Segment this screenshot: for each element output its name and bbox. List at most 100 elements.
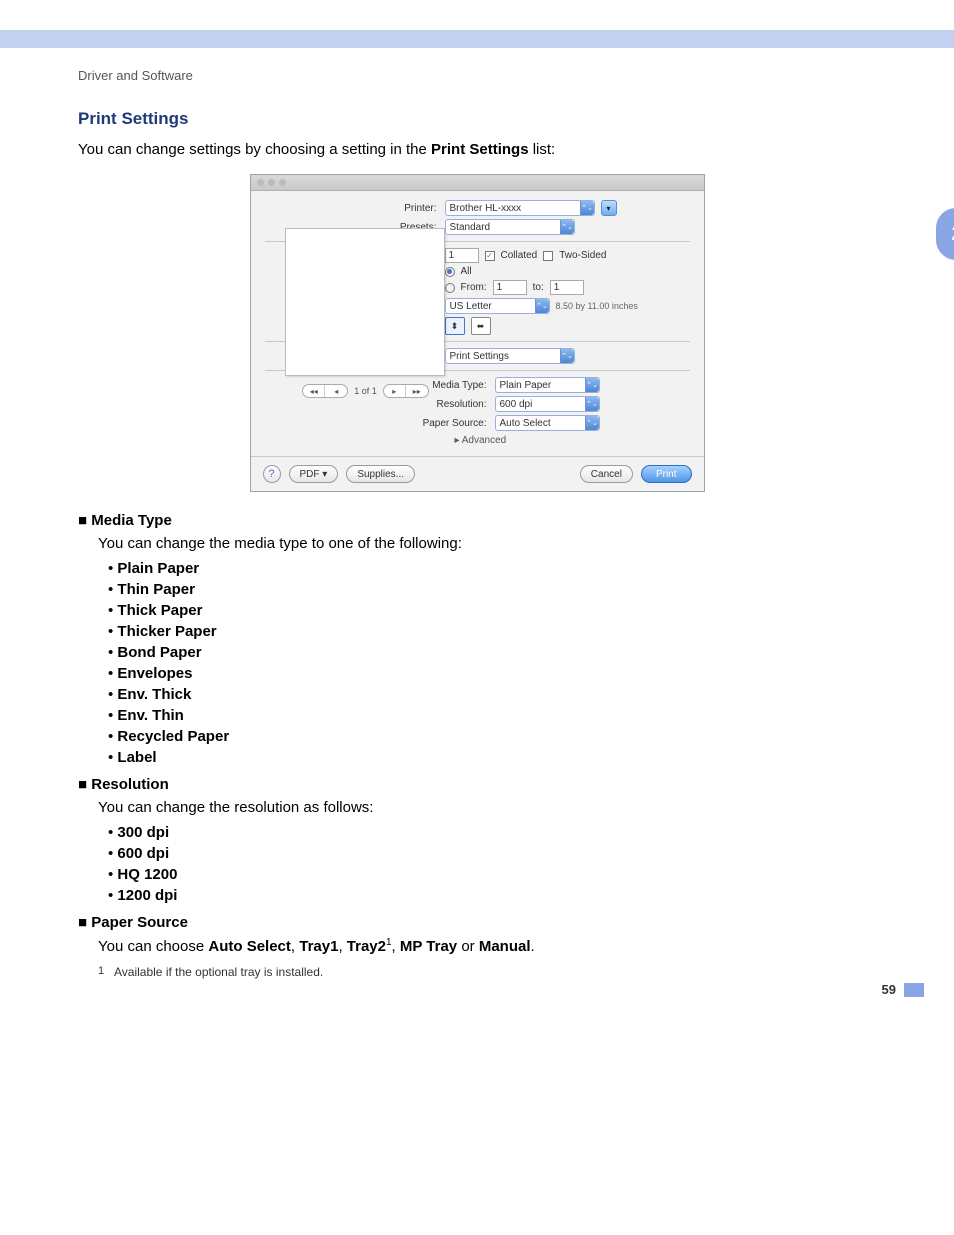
ps-t: , (392, 938, 400, 955)
last-page-icon[interactable]: ▸▸ (406, 385, 428, 397)
list-item: 300 dpi (117, 824, 169, 841)
page-number-bar (904, 983, 924, 997)
footnote-num: 1 (98, 965, 114, 977)
resolution-select[interactable]: 600 dpi ⌃⌄ (495, 396, 600, 412)
header-band (0, 0, 954, 48)
intro-before: You can change settings by choosing a se… (78, 141, 431, 158)
ps-t: . (531, 938, 535, 955)
advanced-disclosure[interactable]: ▸ Advanced (455, 435, 690, 446)
traffic-light-icon (279, 179, 286, 186)
list-item: Recycled Paper (117, 728, 229, 745)
resolution-list: 300 dpi 600 dpi HQ 1200 1200 dpi (108, 824, 876, 904)
presets-select[interactable]: Standard ⌃⌄ (445, 219, 575, 235)
lbl-paper-source: Paper Source: (265, 418, 495, 429)
advanced-label: Advanced (462, 435, 506, 446)
breadcrumb: Driver and Software (78, 68, 876, 83)
ps-t: , (291, 938, 299, 955)
chevron-updown-icon: ⌃⌄ (560, 220, 574, 234)
chevron-updown-icon: ⌃⌄ (560, 349, 574, 363)
paper-dims: 8.50 by 11.00 inches (556, 301, 638, 311)
resolution-desc: You can change the resolution as follows… (98, 799, 876, 816)
paper-source-select[interactable]: Auto Select⌃⌄ (495, 415, 600, 431)
paper-source-head: Paper Source (78, 914, 876, 931)
list-item: Envelopes (117, 665, 192, 682)
presets-value: Standard (450, 222, 491, 233)
chevron-updown-icon: ⌃⌄ (585, 397, 599, 411)
ps-t: , (338, 938, 346, 955)
paper-size-select[interactable]: US Letter⌃⌄ (445, 298, 550, 314)
printer-value: Brother HL-xxxx (450, 203, 522, 214)
ps-t: or (457, 938, 479, 955)
copies-field[interactable]: 1 (445, 248, 479, 263)
paper-size-value: US Letter (450, 301, 492, 312)
list-item: Label (117, 749, 156, 766)
list-item: 1200 dpi (117, 887, 177, 904)
lbl-printer: Printer: (265, 203, 445, 214)
print-button[interactable]: Print (641, 465, 692, 483)
list-item: Env. Thin (117, 707, 183, 724)
list-item: Env. Thick (117, 686, 191, 703)
pages-all-label: All (461, 266, 472, 277)
preview-page-of: 1 of 1 (354, 386, 377, 396)
preview-pane: ◂◂ ◂ 1 of 1 ▸ ▸▸ (285, 228, 447, 408)
ps-opt: Manual (479, 938, 531, 955)
ps-opt: Auto Select (208, 938, 291, 955)
preview-prev-group[interactable]: ◂◂ ◂ (302, 384, 348, 398)
intro-after: list: (529, 141, 556, 158)
resolution-head: Resolution (78, 776, 876, 793)
page-number: 59 (882, 982, 896, 997)
ps-opt: MP Tray (400, 938, 457, 955)
paper-source-sentence: You can choose Auto Select, Tray1, Tray2… (98, 937, 876, 955)
from-field[interactable]: 1 (493, 280, 527, 295)
chevron-updown-icon: ⌃⌄ (580, 201, 594, 215)
supplies-button[interactable]: Supplies... (346, 465, 415, 483)
intro-text: You can change settings by choosing a se… (78, 141, 876, 158)
media-type-list: Plain Paper Thin Paper Thick Paper Thick… (108, 560, 876, 766)
orientation-landscape[interactable]: ⬌ (471, 317, 491, 335)
ps-opt: Tray2 (347, 938, 386, 955)
help-button[interactable]: ? (263, 465, 281, 483)
ps-opt: Tray1 (299, 938, 338, 955)
list-item: Thick Paper (117, 602, 202, 619)
resolution-value: 600 dpi (500, 399, 533, 410)
preview-next-group[interactable]: ▸ ▸▸ (383, 384, 429, 398)
media-type-desc: You can change the media type to one of … (98, 535, 876, 552)
cancel-button[interactable]: Cancel (580, 465, 633, 483)
traffic-light-icon (257, 179, 264, 186)
chevron-updown-icon: ⌃⌄ (585, 416, 599, 430)
first-page-icon[interactable]: ◂◂ (303, 385, 325, 397)
traffic-light-icon (268, 179, 275, 186)
list-item: Thicker Paper (117, 623, 216, 640)
collated-label: Collated (501, 250, 538, 261)
footnote: 1Available if the optional tray is insta… (98, 965, 876, 979)
pane-select[interactable]: Print Settings ⌃⌄ (445, 348, 575, 364)
to-field[interactable]: 1 (550, 280, 584, 295)
list-item: 600 dpi (117, 845, 169, 862)
preview-page (285, 228, 445, 376)
lbl-from: From: (461, 282, 487, 293)
list-item: Bond Paper (117, 644, 201, 661)
printer-select[interactable]: Brother HL-xxxx ⌃⌄ (445, 200, 595, 216)
list-item: HQ 1200 (117, 866, 177, 883)
media-type-head: Media Type (78, 512, 876, 529)
orientation-portrait[interactable]: ⬍ (445, 317, 465, 335)
list-item: Thin Paper (117, 581, 195, 598)
ps-t: You can choose (98, 938, 208, 955)
pdf-button[interactable]: PDF ▾ (289, 465, 339, 483)
lbl-to: to: (533, 282, 544, 293)
section-title: Print Settings (78, 109, 876, 129)
list-item: Plain Paper (117, 560, 199, 577)
collated-checkbox[interactable] (485, 251, 495, 261)
two-sided-checkbox[interactable] (543, 251, 553, 261)
media-type-value: Plain Paper (500, 380, 552, 391)
prev-page-icon[interactable]: ◂ (325, 385, 347, 397)
printer-info-button[interactable]: ▾ (601, 200, 617, 216)
intro-bold: Print Settings (431, 141, 529, 158)
media-type-select[interactable]: Plain Paper ⌃⌄ (495, 377, 600, 393)
next-page-icon[interactable]: ▸ (384, 385, 406, 397)
chapter-tab: 2 (936, 208, 954, 260)
chevron-updown-icon: ⌃⌄ (585, 378, 599, 392)
pane-value: Print Settings (450, 351, 509, 362)
dialog-titlebar (251, 175, 704, 191)
footnote-text: Available if the optional tray is instal… (114, 965, 323, 979)
